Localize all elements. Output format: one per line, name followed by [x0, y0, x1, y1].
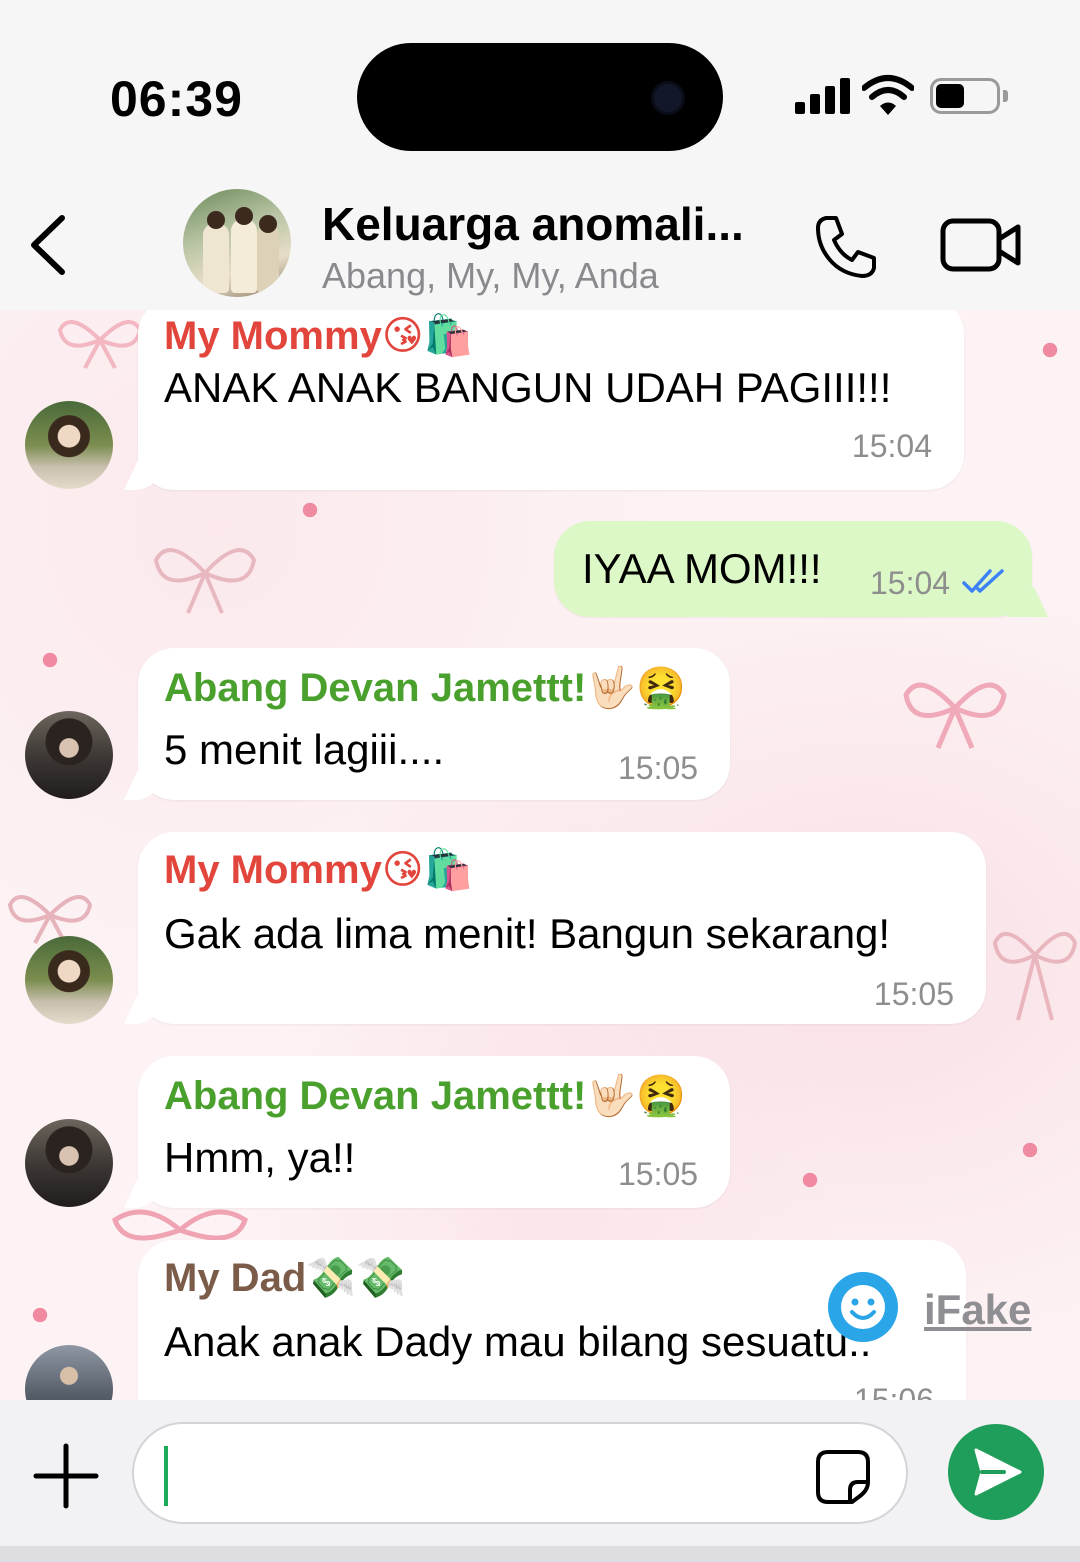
message-text: ANAK ANAK BANGUN UDAH PAGIII!!!: [164, 364, 892, 411]
wifi-icon: [862, 75, 914, 115]
ifake-watermark: iFake: [828, 1272, 1038, 1342]
message-time: 15:04: [870, 565, 951, 601]
flower-decoration-icon: [1030, 330, 1070, 370]
sender-avatar[interactable]: [25, 401, 113, 489]
flower-decoration-icon: [290, 490, 330, 530]
chat-members[interactable]: Abang, My, My, Anda: [322, 255, 659, 297]
bottom-safe-area: [0, 1546, 1080, 1562]
chat-title[interactable]: Keluarga anomali...: [322, 197, 744, 251]
message-bubble[interactable]: Abang Devan Jamettt!🤟🏻🤮 Hmm, ya!! 15:05: [138, 1056, 730, 1208]
sender-name[interactable]: My Dad💸💸: [164, 1254, 406, 1301]
flower-decoration-icon: [30, 640, 70, 680]
sender-avatar[interactable]: [25, 936, 113, 1024]
bow-decoration-icon: [7, 895, 93, 944]
message-text: 5 menit lagiii....: [164, 726, 445, 773]
battery-icon: [930, 78, 1010, 114]
send-arrow-icon: [974, 1448, 1022, 1496]
phone-icon[interactable]: [812, 212, 880, 280]
group-avatar[interactable]: [183, 189, 291, 297]
message-time: 15:05: [618, 750, 699, 786]
message-time: 15:04: [851, 428, 932, 464]
watermark-text: iFake: [924, 1286, 1032, 1333]
status-bar: 06:39: [0, 0, 1080, 185]
bow-decoration-icon: [903, 682, 1007, 749]
text-caret: [164, 1446, 168, 1506]
send-button[interactable]: [948, 1424, 1044, 1520]
bow-decoration-icon: [57, 320, 143, 369]
sender-name[interactable]: Abang Devan Jamettt!🤟🏻🤮: [164, 1072, 686, 1119]
message-time: 15:06: [853, 1382, 934, 1400]
back-chevron-icon[interactable]: [20, 210, 80, 280]
message-bubble[interactable]: Abang Devan Jamettt!🤟🏻🤮 5 menit lagiii..…: [138, 648, 730, 800]
message-bubble[interactable]: My Mommy😘🛍️ ANAK ANAK BANGUN UDAH PAGIII…: [138, 310, 964, 490]
bow-decoration-icon: [153, 548, 257, 614]
video-camera-icon[interactable]: [940, 215, 1022, 275]
sender-name[interactable]: Abang Devan Jamettt!🤟🏻🤮: [164, 664, 686, 711]
plus-icon[interactable]: [30, 1440, 102, 1512]
sender-avatar[interactable]: [25, 711, 113, 799]
flower-decoration-icon: [1010, 1130, 1050, 1170]
read-receipt-icon: [962, 569, 1004, 593]
message-time: 15:05: [873, 976, 954, 1012]
message-bubble-outgoing[interactable]: IYAA MOM!!! 15:04: [554, 521, 1032, 617]
message-text: Hmm, ya!!: [164, 1134, 356, 1181]
sender-name[interactable]: My Mommy😘🛍️: [164, 846, 473, 893]
message-input[interactable]: [174, 1434, 794, 1514]
flower-decoration-icon: [20, 1295, 60, 1335]
message-composer: [0, 1400, 1080, 1562]
sender-name[interactable]: My Mommy😘🛍️: [164, 312, 473, 359]
dynamic-island: [357, 43, 723, 151]
sender-avatar[interactable]: [25, 1345, 113, 1400]
flower-decoration-icon: [790, 1160, 830, 1200]
cellular-signal-icon: [795, 78, 851, 114]
bow-decoration-icon: [992, 931, 1078, 1021]
chat-header: Keluarga anomali... Abang, My, My, Anda: [0, 185, 1080, 310]
message-text: IYAA MOM!!!: [582, 545, 822, 592]
status-time: 06:39: [110, 71, 243, 127]
message-text: Gak ada lima menit! Bangun sekarang!: [164, 910, 891, 957]
sticker-icon[interactable]: [814, 1448, 872, 1506]
message-bubble[interactable]: My Mommy😘🛍️ Gak ada lima menit! Bangun s…: [138, 832, 986, 1024]
smiley-logo-icon: [828, 1272, 898, 1342]
chat-wallpaper: My Mommy😘🛍️ ANAK ANAK BANGUN UDAH PAGIII…: [0, 310, 1080, 1400]
message-text: Anak anak Dady mau bilang sesuatu..: [164, 1318, 872, 1365]
message-input-box[interactable]: [132, 1422, 908, 1524]
message-time: 15:05: [618, 1156, 699, 1192]
sender-avatar[interactable]: [25, 1119, 113, 1207]
